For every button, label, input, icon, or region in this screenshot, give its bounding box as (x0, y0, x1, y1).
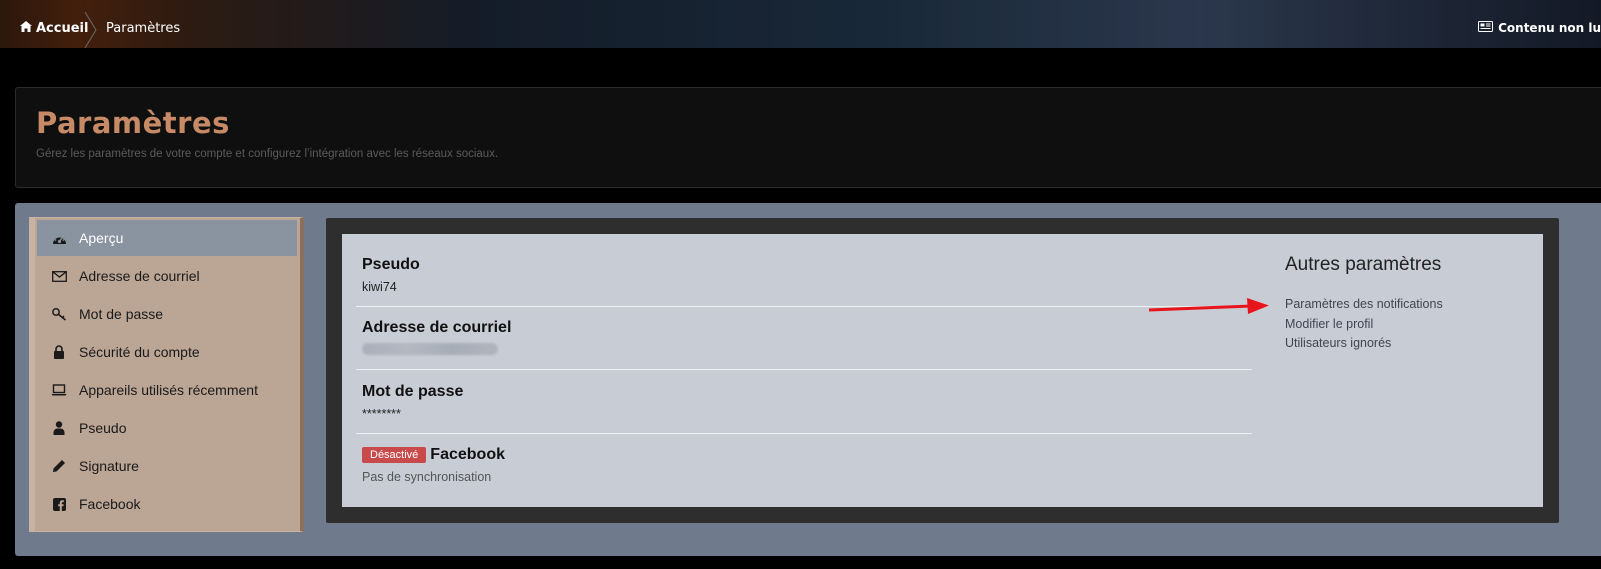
lock-icon (51, 344, 67, 360)
status-badge: Désactivé (362, 447, 427, 463)
dashboard-icon (51, 230, 67, 246)
sidebar-item-password[interactable]: Mot de passe (37, 296, 297, 332)
sidebar-item-label: Appareils utilisés récemment (79, 382, 258, 398)
password-value: ******** (362, 407, 401, 421)
home-icon (20, 21, 32, 36)
sidebar-item-signature[interactable]: Signature (37, 448, 297, 484)
pseudo-value: kiwi74 (362, 280, 397, 294)
divider (356, 433, 1252, 434)
top-navigation-bar (0, 0, 1601, 48)
sidebar-item-apercu[interactable]: Aperçu (37, 220, 297, 256)
sidebar-item-devices[interactable]: Appareils utilisés récemment (37, 372, 297, 408)
breadcrumb-current[interactable]: Paramètres (106, 21, 180, 36)
unread-content-label: Contenu non lu (1498, 21, 1601, 35)
sidebar-item-email[interactable]: Adresse de courriel (37, 258, 297, 294)
breadcrumb-home-label: Accueil (36, 21, 89, 36)
notification-settings-link[interactable]: Paramètres des notifications (1285, 297, 1443, 311)
sidebar-item-label: Signature (79, 458, 139, 474)
account-overview-panel: Pseudo kiwi74 Adresse de courriel Mot de… (342, 234, 1543, 507)
user-icon (51, 420, 67, 436)
facebook-section: Désactivé Facebook Pas de synchronisatio… (362, 446, 1252, 484)
divider (356, 369, 1252, 370)
envelope-icon (51, 268, 67, 284)
annotation-arrow (1148, 298, 1269, 314)
laptop-icon (51, 382, 67, 398)
unread-content-link[interactable]: Contenu non lu (1478, 21, 1601, 35)
divider (356, 306, 1252, 307)
sidebar-item-facebook[interactable]: Facebook (37, 486, 297, 522)
newspaper-icon (1478, 21, 1494, 35)
key-icon (51, 306, 67, 322)
sidebar-item-pseudo[interactable]: Pseudo (37, 410, 297, 446)
breadcrumb-home-link[interactable]: Accueil (20, 21, 88, 36)
page-title: Paramètres (36, 106, 230, 140)
sidebar-item-label: Pseudo (79, 420, 127, 436)
sidebar-item-security[interactable]: Sécurité du compte (37, 334, 297, 370)
sidebar-item-label: Adresse de courriel (79, 268, 200, 284)
sidebar-item-label: Aperçu (79, 230, 124, 246)
page-header: Paramètres Gérez les paramètres de votre… (15, 87, 1601, 188)
ignored-users-link[interactable]: Utilisateurs ignorés (1285, 336, 1391, 350)
facebook-sync-status: Pas de synchronisation (362, 470, 492, 484)
password-section: Mot de passe ******** (362, 383, 1252, 421)
sidebar-item-label: Mot de passe (79, 306, 164, 322)
page-description: Gérez les paramètres de votre compte et … (36, 148, 499, 160)
facebook-icon (51, 496, 67, 512)
pseudo-title: Pseudo (362, 256, 420, 273)
settings-sidebar: Aperçu Adresse de courriel Mot de passe … (29, 217, 304, 532)
email-section: Adresse de courriel (362, 319, 1252, 358)
pseudo-section: Pseudo kiwi74 (362, 256, 1252, 294)
password-title: Mot de passe (362, 383, 464, 400)
sidebar-item-label: Sécurité du compte (79, 344, 200, 360)
other-settings-title: Autres paramètres (1285, 254, 1442, 275)
facebook-title-row: Désactivé Facebook (362, 446, 1252, 464)
sidebar-item-label: Facebook (79, 496, 141, 512)
facebook-title: Facebook (430, 446, 505, 463)
breadcrumb-separator (84, 12, 97, 48)
email-value-redacted (362, 343, 1252, 358)
email-title: Adresse de courriel (362, 319, 512, 336)
pencil-icon (51, 458, 67, 474)
edit-profile-link[interactable]: Modifier le profil (1285, 317, 1373, 331)
